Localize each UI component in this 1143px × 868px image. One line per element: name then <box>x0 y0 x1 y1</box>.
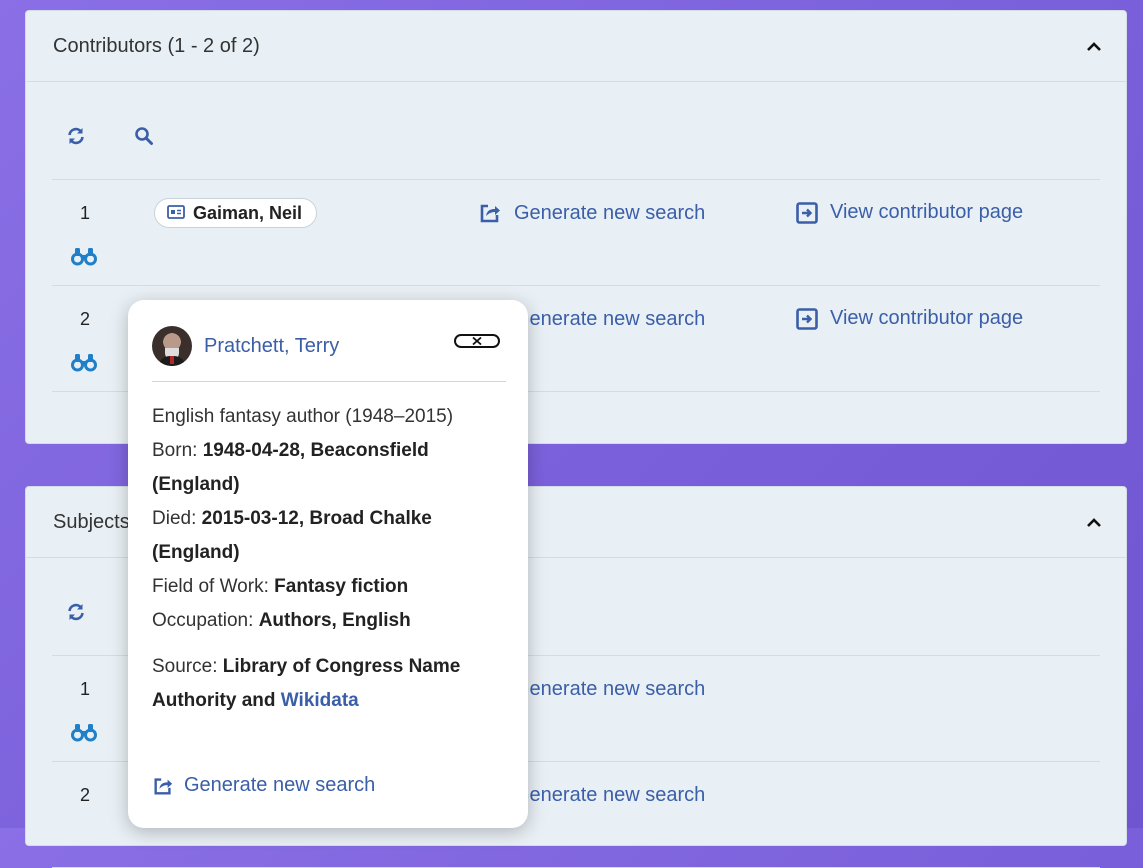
popover-body: English fantasy author (1948–2015) Born:… <box>152 400 502 718</box>
refresh-icon[interactable] <box>64 124 88 148</box>
share-icon <box>480 204 500 223</box>
view-contributor-link[interactable]: View contributor page <box>796 307 1023 330</box>
popover-header: Pratchett, Terry <box>152 326 506 366</box>
contributor-popover: Pratchett, Terry English fantasy author … <box>128 300 528 828</box>
binoculars-icon[interactable] <box>71 246 97 266</box>
popover-generate-search-link[interactable]: Generate new search <box>152 774 375 797</box>
search-icon[interactable] <box>132 124 156 148</box>
popover-divider <box>152 381 506 382</box>
row-number: 2 <box>80 785 91 805</box>
avatar <box>152 326 192 366</box>
enter-page-icon <box>796 201 818 224</box>
popover-died: Died: 2015-03-12, Broad Chalke (England) <box>152 508 432 563</box>
wikidata-link[interactable]: Wikidata <box>281 690 359 711</box>
popover-name-link[interactable]: Pratchett, Terry <box>204 335 339 358</box>
close-icon[interactable] <box>454 334 500 348</box>
enter-page-icon <box>796 307 818 330</box>
chevron-up-icon[interactable] <box>1086 514 1102 530</box>
contributors-header[interactable]: Contributors (1 - 2 of 2) <box>26 11 1126 82</box>
id-card-icon <box>167 203 185 224</box>
contributors-toolbar <box>52 82 1100 180</box>
contributor-pill[interactable]: Gaiman, Neil <box>154 198 318 228</box>
popover-occupation: Occupation: Authors, English <box>152 610 411 631</box>
chevron-up-icon[interactable] <box>1086 38 1102 54</box>
contributor-name: Gaiman, Neil <box>193 202 303 223</box>
binoculars-icon[interactable] <box>71 352 97 372</box>
generate-search-link[interactable]: Generate new search <box>478 201 705 225</box>
refresh-icon[interactable] <box>64 600 88 624</box>
subjects-title: Subjects <box>53 510 130 533</box>
popover-description: English fantasy author (1948–2015) <box>152 406 454 427</box>
row-number: 2 <box>80 309 91 329</box>
table-row: 1 Gaiman, Neil Generate new search View … <box>52 180 1100 286</box>
view-contributor-link[interactable]: View contributor page <box>796 201 1023 224</box>
share-icon <box>154 777 173 795</box>
popover-born: Born: 1948-04-28, Beaconsfield (England) <box>152 440 429 495</box>
row-number: 1 <box>80 679 91 699</box>
binoculars-icon[interactable] <box>71 722 97 742</box>
popover-field: Field of Work: Fantasy fiction <box>152 576 409 597</box>
row-number: 1 <box>80 203 91 223</box>
popover-source: Source: Library of Congress Name Authori… <box>152 656 461 711</box>
contributors-title: Contributors (1 - 2 of 2) <box>53 34 260 57</box>
